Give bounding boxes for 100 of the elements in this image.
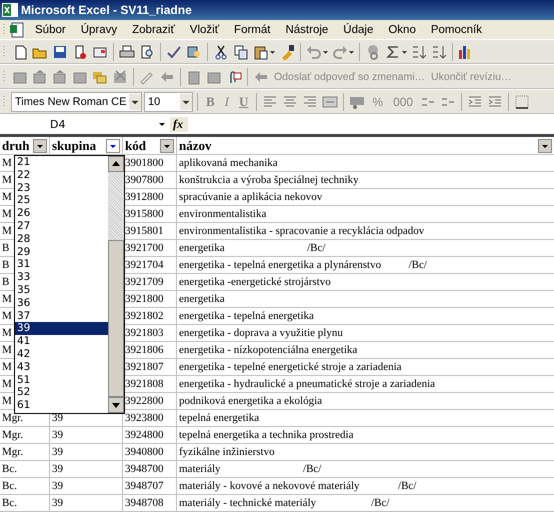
- table-cell: M: [2, 361, 12, 373]
- filter-option[interactable]: 43: [15, 360, 108, 374]
- filter-option[interactable]: 25: [15, 194, 108, 208]
- table-cell: M: [2, 293, 12, 305]
- scroll-thumb[interactable]: [108, 240, 124, 397]
- menu-item[interactable]: Formát: [234, 24, 270, 36]
- table-cell: energetika: [179, 293, 225, 305]
- table-cell: materiály - kovové a nekovové materiály /Bc/: [179, 480, 416, 492]
- filter-option[interactable]: 42: [15, 348, 108, 361]
- font-field[interactable]: Times New Roman CE: [11, 92, 142, 112]
- menu-item[interactable]: Úpravy: [80, 24, 118, 36]
- table-cell: energetika - hydraulické a pneumatické stroje a zariadenia: [179, 378, 436, 390]
- table-cell: 39: [52, 429, 63, 441]
- table-cell: 3921808: [125, 378, 164, 390]
- scroll-up-icon[interactable]: [108, 156, 124, 172]
- table-cell: materiály - technické materiály /Bc/: [179, 497, 390, 509]
- table-cell: 3921802: [125, 310, 164, 322]
- borders-icon[interactable]: [514, 94, 530, 110]
- menu-item[interactable]: Súbor: [35, 24, 66, 36]
- table-cell: tepelná energetika a technika prostredia: [179, 429, 354, 441]
- filter-option[interactable]: 36: [15, 296, 108, 310]
- table-cell: environmentalistika: [179, 208, 266, 220]
- filter-option[interactable]: 33: [15, 271, 108, 284]
- table-cell: B: [2, 276, 10, 288]
- table-cell: energetika /Bc/: [179, 242, 326, 254]
- table-cell: energetika -energetické strojárstvo: [179, 276, 331, 288]
- caret-icon[interactable]: [180, 94, 192, 110]
- filter-option[interactable]: 39: [15, 322, 108, 336]
- filter-option[interactable]: 27: [15, 220, 108, 233]
- sort-ascending-icon[interactable]: [411, 44, 427, 60]
- table-cell: energetika - doprava a využitie plynu: [179, 327, 343, 339]
- filter-option[interactable]: 51: [15, 374, 108, 386]
- filter-option[interactable]: 37: [15, 310, 108, 322]
- table-cell: 3921803: [125, 327, 164, 339]
- table-cell: energetika - tepelné energetické stroje a zariadenia: [179, 361, 402, 373]
- menu-item[interactable]: Vložiť: [190, 24, 220, 36]
- menu-item[interactable]: Zobraziť: [132, 24, 175, 36]
- sum-icon[interactable]: [385, 44, 401, 60]
- paste-icon[interactable]: [253, 44, 269, 60]
- filter-option[interactable]: 26: [15, 207, 108, 220]
- table-cell: 3907800: [125, 174, 164, 186]
- filter-option[interactable]: 22: [15, 168, 108, 182]
- workbook-icon[interactable]: [9, 22, 25, 38]
- table-cell: energetika - nízkopotenciálna energetika: [179, 344, 358, 356]
- table-cell: 39: [52, 497, 63, 509]
- table-cell: 3921709: [125, 276, 164, 288]
- caret-icon[interactable]: [129, 94, 141, 110]
- table-cell: podniková energetika a ekológia: [179, 395, 322, 407]
- table-cell: M: [2, 310, 12, 322]
- outdent-icon[interactable]: [467, 94, 484, 110]
- cut-icon[interactable]: [213, 44, 229, 60]
- indent-icon[interactable]: [487, 94, 504, 110]
- insert-function-button[interactable]: fx: [170, 116, 188, 132]
- menu-item[interactable]: Okno: [388, 24, 416, 36]
- window-title: Microsoft Excel - SV11_riadne: [21, 3, 192, 17]
- filter-dropdown-icon[interactable]: [33, 138, 47, 152]
- menu-item[interactable]: Údaje: [343, 24, 374, 36]
- merge-icon[interactable]: [322, 94, 338, 110]
- table-cell: Mgr.: [2, 412, 24, 424]
- table-cell: 3901800: [125, 157, 164, 169]
- menu-item[interactable]: Pomocník: [430, 24, 482, 36]
- align-left-icon[interactable]: [262, 94, 278, 110]
- print-preview-icon[interactable]: [139, 44, 155, 60]
- filter-option[interactable]: 52: [15, 386, 108, 400]
- sort-descending-icon[interactable]: [431, 44, 447, 60]
- table-cell: M: [2, 344, 12, 356]
- excel-icon: [2, 2, 18, 18]
- filter-dropdown-icon[interactable]: [538, 138, 552, 152]
- table-cell: Mgr.: [2, 446, 24, 458]
- table-cell: 3912800: [125, 191, 164, 203]
- table-cell: M: [2, 378, 12, 390]
- table-cell: 3922800: [125, 395, 164, 407]
- table-cell: 3915801: [125, 225, 164, 237]
- table-cell: 39: [52, 480, 63, 492]
- filter-option[interactable]: 61: [15, 399, 108, 412]
- delete-icon[interactable]: [112, 68, 128, 84]
- align-right-icon[interactable]: [302, 94, 318, 110]
- table-cell: Bc.: [2, 463, 17, 475]
- filter-option[interactable]: 21: [15, 156, 108, 169]
- align-center-icon[interactable]: [282, 94, 298, 110]
- filter-option[interactable]: 31: [15, 258, 108, 272]
- copy-icon[interactable]: [233, 44, 249, 60]
- print-icon[interactable]: [119, 44, 135, 60]
- table-cell: Bc.: [2, 497, 17, 509]
- spelling-icon[interactable]: [166, 44, 182, 60]
- filter-option[interactable]: 28: [15, 232, 108, 246]
- table-cell: konštrukcia a výroba špeciálnej techniky: [179, 174, 359, 186]
- filter-option[interactable]: 41: [15, 335, 108, 348]
- research-icon[interactable]: [186, 44, 202, 60]
- font-size-field[interactable]: 10: [144, 92, 193, 112]
- menu-item[interactable]: Nástroje: [285, 24, 328, 36]
- column-header: názov: [179, 138, 212, 154]
- filter-dropdown-icon[interactable]: [106, 138, 120, 152]
- scroll-down-icon[interactable]: [108, 397, 124, 413]
- filter-dropdown-icon[interactable]: [160, 138, 174, 152]
- filter-option[interactable]: 23: [15, 182, 108, 194]
- filter-option[interactable]: 29: [15, 246, 108, 258]
- save-icon[interactable]: [52, 44, 68, 60]
- filter-option[interactable]: 35: [15, 284, 108, 297]
- table-cell: 39: [52, 463, 63, 475]
